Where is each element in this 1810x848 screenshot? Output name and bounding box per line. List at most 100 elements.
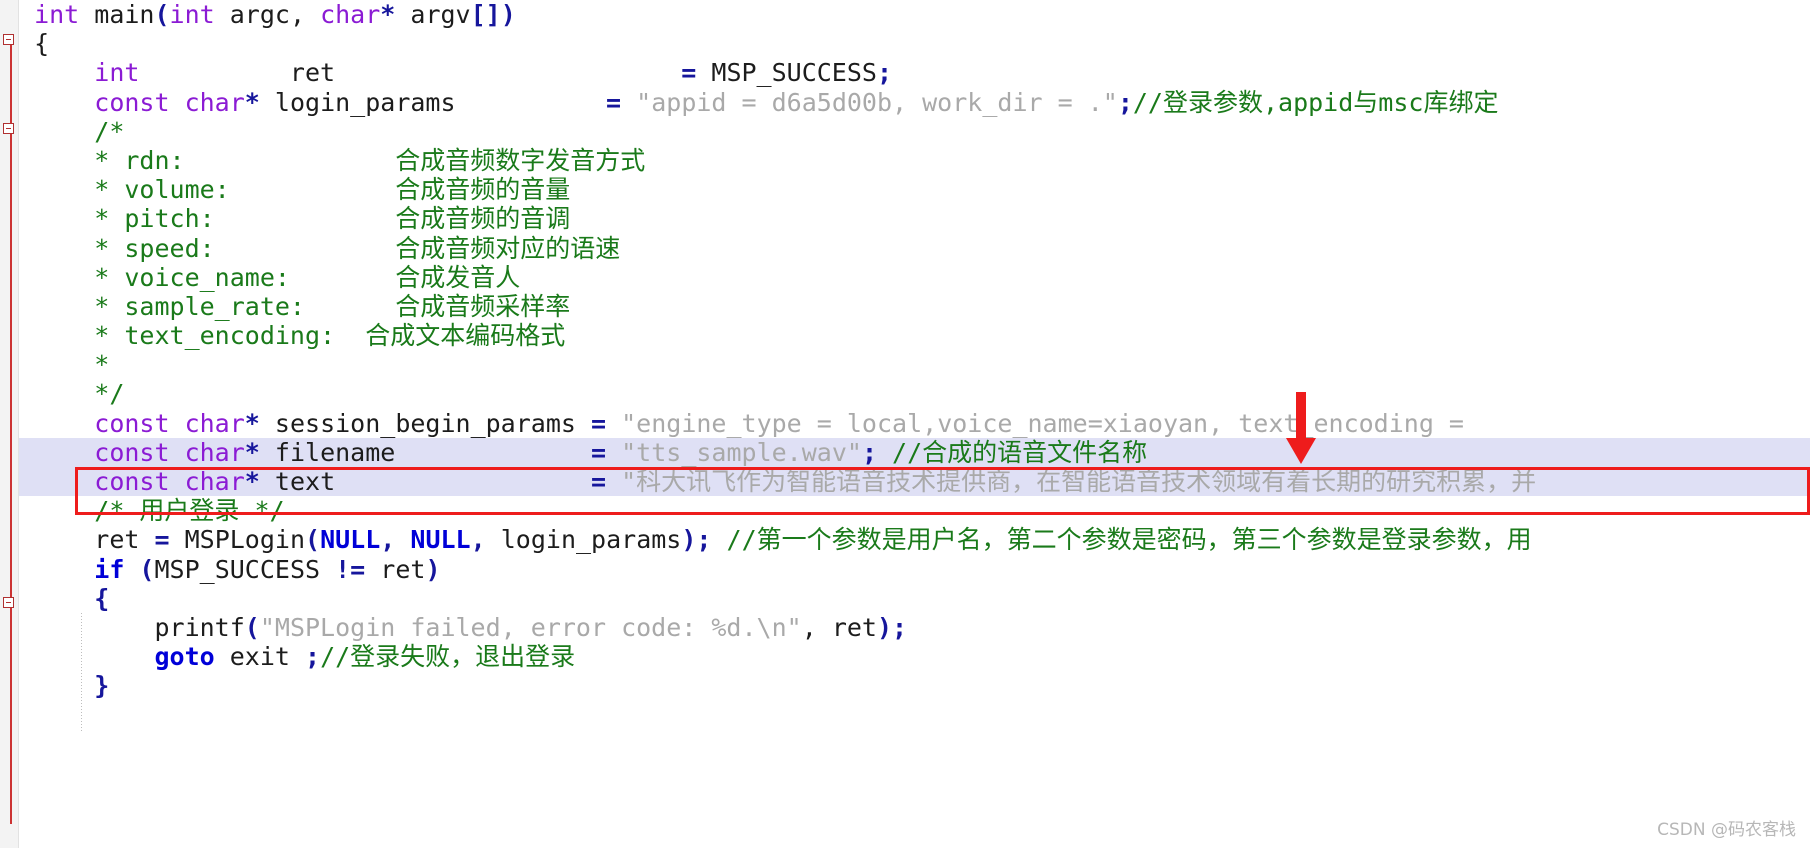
token-comment: //合成的语音文件名称	[877, 437, 1148, 467]
token-keyword: if	[94, 554, 125, 584]
token-comment: /* 用户登录 */	[94, 496, 285, 526]
code-line[interactable]: const char* login_params = "appid = d6a5…	[19, 88, 1810, 117]
code-line[interactable]: * sample_rate: 合成音频采样率	[19, 292, 1810, 321]
token-string: "MSPLogin failed, error code: %d.\n"	[259, 612, 802, 642]
code-line[interactable]: * speed: 合成音频对应的语速	[19, 234, 1810, 263]
token-punct: ;	[876, 58, 893, 88]
token-keyword: const	[94, 87, 170, 117]
token-comment: * volume: 合成音频的音量	[94, 175, 571, 205]
token-punct: *	[244, 467, 260, 496]
token-comment: * speed: 合成音频对应的语速	[94, 233, 621, 263]
code-line[interactable]: ret = MSPLogin(NULL, NULL, login_params)…	[19, 525, 1810, 554]
token-operator: =	[681, 58, 697, 88]
code-line[interactable]: * pitch: 合成音频的音调	[19, 204, 1810, 233]
token-comment: //登录参数,appid与msc库绑定	[1132, 87, 1499, 117]
token-keyword: char	[169, 467, 245, 496]
token-operator: =	[606, 87, 622, 117]
token-ident: login_params	[500, 525, 682, 555]
code-line[interactable]: if (MSP_SUCCESS != ret)	[19, 555, 1810, 584]
token-keyword: int	[94, 58, 140, 88]
token-punct: ,	[470, 525, 501, 555]
token-ident: ret	[365, 554, 426, 584]
code-line-highlighted[interactable]: const char* filename = "tts_sample.wav";…	[19, 437, 1810, 467]
token-ident: argc,	[214, 0, 321, 29]
token-macro: MSP_SUCCESS	[696, 58, 877, 88]
watermark: CSDN @码农客栈	[1657, 820, 1796, 840]
token-ident: argv	[395, 0, 471, 29]
token-brace: {	[94, 583, 110, 613]
token-keyword: char	[169, 87, 245, 117]
token-comment: //第一个参数是用户名，第二个参数是密码，第三个参数是登录参数，用	[711, 525, 1532, 555]
token-function: main	[79, 0, 155, 29]
code-line[interactable]: goto exit ;//登录失败，退出登录	[19, 642, 1810, 671]
token-ident: session_begin_params	[259, 408, 591, 438]
token-string: "engine_type = local,voice_name=xiaoyan,…	[606, 408, 1464, 438]
token-punct: (	[154, 0, 170, 29]
token-punct: ;	[696, 525, 712, 555]
code-line[interactable]: int ret = MSP_SUCCESS;	[19, 58, 1810, 87]
token-comment: //登录失败，退出登录	[320, 642, 576, 672]
change-marker-bar	[10, 34, 12, 824]
code-line[interactable]: *	[19, 350, 1810, 379]
token-operator: =	[591, 408, 607, 438]
fold-toggle-icon[interactable]	[3, 34, 14, 45]
token-keyword: char	[169, 408, 245, 438]
code-line[interactable]: * voice_name: 合成发音人	[19, 263, 1810, 292]
code-line[interactable]: /* 用户登录 */	[19, 496, 1810, 525]
code-line[interactable]: int main(int argc, char* argv[])	[19, 0, 1810, 29]
token-comment: * sample_rate: 合成音频采样率	[94, 291, 571, 321]
token-punct: ;	[861, 437, 877, 467]
code-line[interactable]: /*	[19, 117, 1810, 146]
token-function: MSPLogin	[169, 525, 306, 555]
code-line[interactable]: }	[19, 671, 1810, 700]
code-line[interactable]: * text_encoding: 合成文本编码格式	[19, 321, 1810, 350]
token-punct: )	[425, 554, 441, 584]
token-comment: /*	[94, 116, 125, 146]
token-string: "科大讯飞作为智能语音技术提供商，在智能语音技术领域有着长期的研究积累，并	[606, 467, 1537, 496]
fold-toggle-icon[interactable]	[3, 123, 14, 134]
token-punct: *	[244, 408, 260, 438]
token-keyword: int	[169, 0, 215, 29]
token-brace: }	[94, 671, 110, 701]
token-keyword: goto	[154, 642, 215, 672]
token-null: NULL	[410, 525, 471, 555]
code-content[interactable]: int main(int argc, char* argv[]) { int r…	[19, 0, 1810, 848]
code-line-highlighted[interactable]: const char* text = "科大讯飞作为智能语音技术提供商，在智能语…	[19, 467, 1810, 497]
fold-toggle-icon[interactable]	[3, 597, 14, 608]
token-function: printf	[154, 612, 245, 642]
token-punct: )	[500, 0, 516, 29]
token-comment: */	[94, 379, 125, 409]
token-comment: * voice_name: 合成发音人	[94, 262, 521, 292]
token-punct: )	[876, 612, 893, 642]
token-label: exit	[214, 642, 305, 672]
token-operator: =	[591, 437, 607, 467]
token-null: NULL	[320, 525, 381, 555]
token-keyword: const	[94, 467, 170, 496]
code-line[interactable]: {	[19, 29, 1810, 58]
token-comment: * pitch: 合成音频的音调	[94, 204, 571, 234]
token-punct: ,	[801, 612, 832, 642]
code-line[interactable]: const char* session_begin_params = "engi…	[19, 409, 1810, 438]
token-punct: )	[681, 525, 697, 555]
code-line[interactable]: * volume: 合成音频的音量	[19, 175, 1810, 204]
token-string: "appid = d6a5d00b, work_dir = ."	[621, 87, 1118, 117]
token-comment: * rdn: 合成音频数字发音方式	[94, 145, 646, 175]
token-punct: ;	[305, 642, 321, 672]
token-comment: *	[94, 350, 110, 380]
code-line[interactable]: */	[19, 379, 1810, 408]
code-editor[interactable]: int main(int argc, char* argv[]) { int r…	[0, 0, 1810, 848]
token-punct: ,	[380, 525, 411, 555]
token-keyword: const	[94, 437, 170, 467]
token-punct: []	[470, 0, 501, 29]
token-keyword: const	[94, 408, 170, 438]
token-punct: (	[305, 525, 321, 555]
token-punct: *	[244, 87, 260, 117]
token-punct: ;	[892, 612, 908, 642]
code-line[interactable]: {	[19, 584, 1810, 613]
code-line[interactable]: printf("MSPLogin failed, error code: %d.…	[19, 613, 1810, 642]
token-ident: ret	[139, 58, 336, 88]
token-punct: (	[124, 554, 155, 584]
code-line[interactable]: * rdn: 合成音频数字发音方式	[19, 146, 1810, 175]
token-keyword: char	[169, 437, 245, 467]
